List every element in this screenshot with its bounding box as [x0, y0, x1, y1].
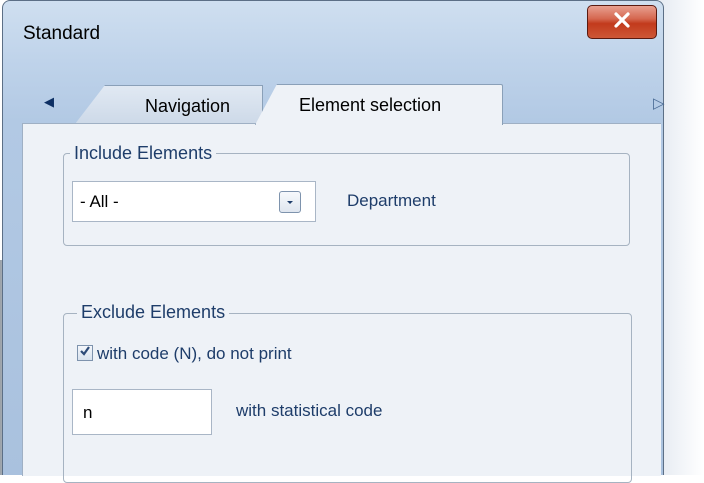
close-icon	[613, 11, 631, 33]
department-selected-value: - All -	[80, 192, 119, 211]
statistical-code-value: n	[83, 403, 93, 422]
checkmark-icon	[79, 344, 91, 362]
exclude-elements-legend: Exclude Elements	[77, 302, 230, 323]
close-button[interactable]	[587, 5, 657, 39]
exclude-code-checkbox[interactable]	[77, 345, 93, 361]
background-window-edge	[660, 0, 704, 475]
statistical-code-label: with statistical code	[236, 401, 383, 420]
window-title: Standard	[23, 23, 101, 44]
department-dropdown[interactable]: - All -	[72, 181, 316, 222]
tab-navigation-label: Navigation	[145, 96, 231, 116]
exclude-code-checkbox-label[interactable]: with code (N), do not print	[97, 344, 292, 364]
tab-element-selection[interactable]: Element selection	[255, 84, 503, 125]
include-elements-legend: Include Elements	[70, 143, 217, 164]
statistical-code-input[interactable]: n	[72, 389, 212, 435]
tab-scroll-left-icon[interactable]: ◀	[44, 94, 54, 110]
tab-scroll-right-icon[interactable]: ▷	[653, 94, 665, 112]
chevron-down-icon	[285, 193, 295, 211]
tab-element-selection-label: Element selection	[299, 95, 442, 115]
dropdown-button[interactable]	[279, 191, 301, 213]
department-label: Department	[347, 191, 436, 210]
tab-navigation[interactable]: Navigation	[75, 85, 263, 124]
